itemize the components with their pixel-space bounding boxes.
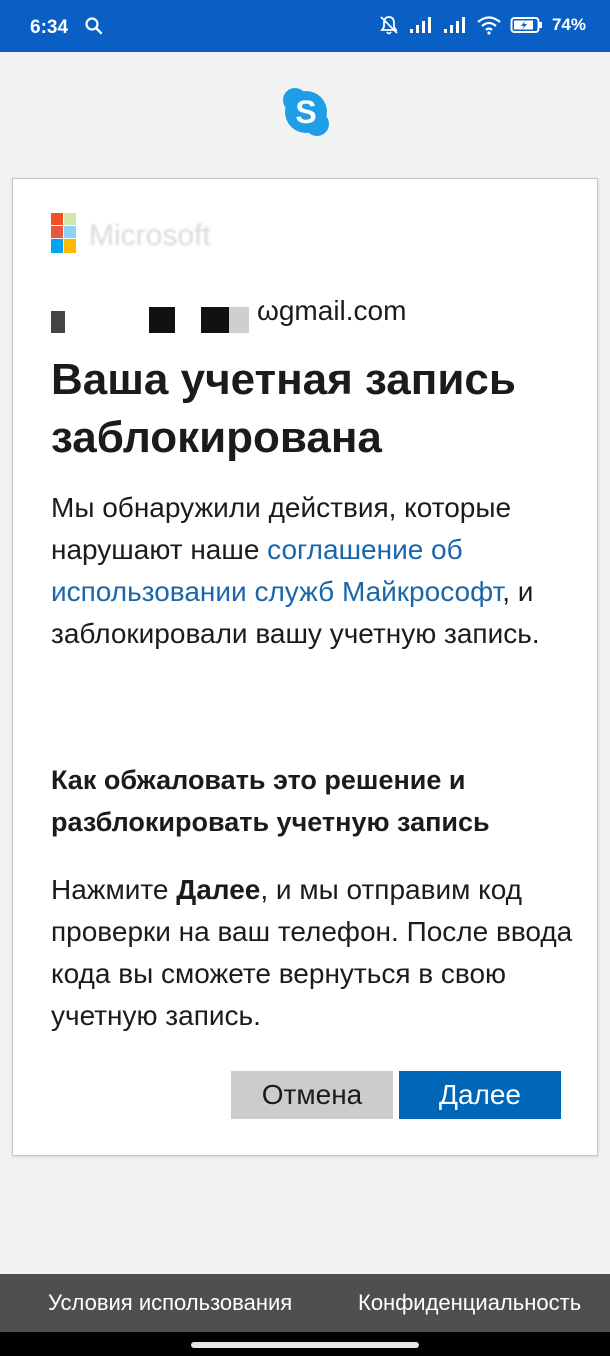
next-button[interactable]: Далее: [399, 1071, 561, 1119]
page-title: Ваша учетная запись заблокирована: [51, 355, 516, 462]
signal-icon: [443, 17, 465, 33]
home-gesture-bar[interactable]: [191, 1342, 419, 1348]
instructions-next-emphasis: Далее: [176, 874, 261, 905]
appeal-heading: Как обжаловать это решение и разблокиров…: [51, 765, 490, 837]
instructions-text: Нажмите: [51, 874, 177, 905]
privacy-link[interactable]: Конфиденциальность: [358, 1290, 581, 1316]
svg-text:S: S: [295, 94, 316, 130]
battery-icon: [510, 17, 542, 33]
microsoft-logo: [51, 213, 77, 257]
cancel-button[interactable]: Отмена: [231, 1071, 393, 1119]
status-time: 6:34: [30, 17, 69, 38]
skype-logo: S: [283, 88, 329, 136]
email-address: ωgmail.com: [257, 295, 407, 326]
battery-percent: 74%: [551, 15, 586, 34]
status-icons: 74%: [378, 14, 586, 36]
status-bar: 6:34 74%: [0, 0, 610, 52]
wifi-icon: [477, 16, 501, 35]
lock-description: Мы обнаружили действия, которые нарушают…: [51, 487, 581, 655]
search-icon: [85, 17, 103, 35]
signal-icon: [409, 17, 431, 33]
appeal-instructions: Нажмите Далее, и мы отправим код проверк…: [51, 869, 591, 1037]
mute-icon: [380, 16, 398, 35]
terms-link[interactable]: Условия использования: [48, 1290, 292, 1316]
microsoft-wordmark: Microsoft: [89, 219, 211, 252]
account-locked-card: Microsoft ωgmail.com Ваша учетная запись…: [12, 178, 598, 1156]
system-nav-bar: [0, 1332, 610, 1356]
footer: Условия использования Конфиденциальность: [0, 1274, 610, 1332]
